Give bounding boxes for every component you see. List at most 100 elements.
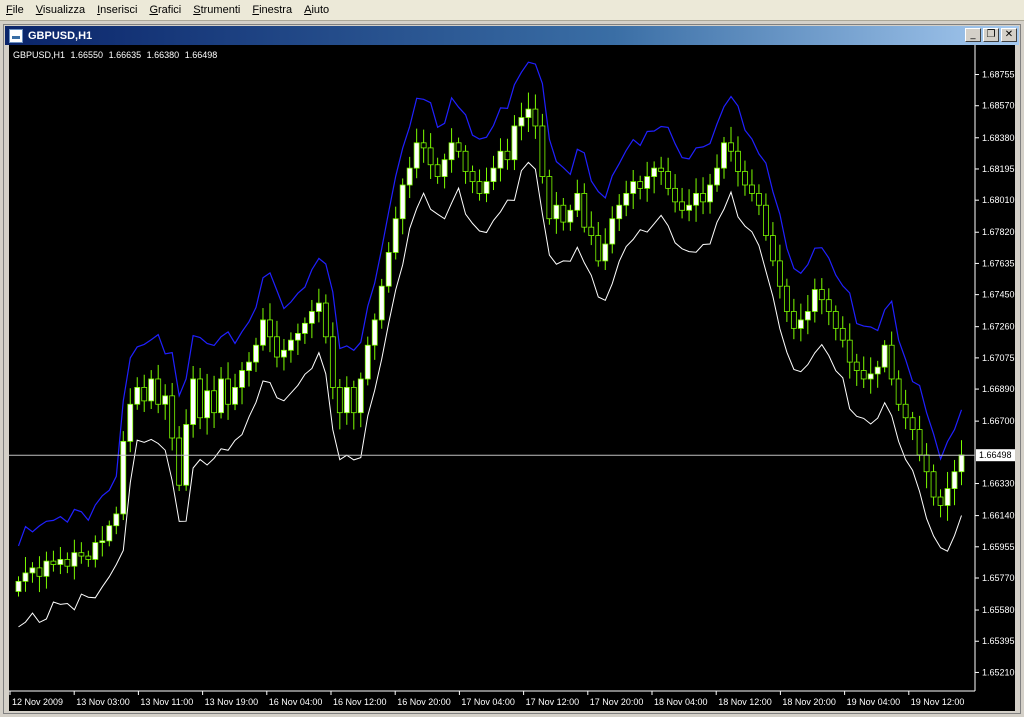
menu-finestra[interactable]: Finestra [246, 0, 298, 21]
window-titlebar[interactable]: GBPUSD,H1 _ ❐ ✕ [5, 26, 1019, 45]
menu-grafici[interactable]: Grafici [143, 0, 187, 21]
candle-body [672, 187, 679, 203]
candle-body [867, 373, 874, 380]
candle-body [85, 555, 92, 560]
candle-body [43, 560, 50, 577]
candle-body [504, 150, 511, 161]
candle-body [329, 336, 336, 388]
candle-body [336, 386, 343, 414]
info-close: 1.66498 [184, 50, 218, 60]
info-open: 1.66550 [70, 50, 104, 60]
candle-body [162, 395, 169, 405]
candle-body [574, 193, 581, 211]
candle-body [888, 344, 895, 380]
candle-body [106, 525, 113, 542]
candle-body [22, 572, 29, 582]
candle-body [350, 386, 357, 414]
candle-body [595, 235, 602, 262]
x-tick-label: 13 Nov 03:00 [76, 697, 130, 707]
candle-body [588, 226, 595, 236]
info-low: 1.66380 [146, 50, 180, 60]
candle-body [448, 142, 455, 161]
candle-body [853, 361, 860, 371]
menu-file[interactable]: File [0, 0, 30, 21]
candle-body [232, 386, 238, 405]
candle-body [776, 260, 783, 287]
candle-body [602, 243, 609, 262]
candle-body [749, 184, 755, 194]
candle-body [930, 471, 937, 498]
candle-body [763, 204, 769, 236]
candle-body [714, 167, 720, 186]
candle-body [434, 164, 441, 177]
x-tick-label: 19 Nov 12:00 [911, 697, 965, 707]
candle-body [274, 336, 280, 358]
candle-body [797, 319, 804, 329]
candle-body [756, 193, 762, 206]
candle-body [483, 181, 490, 194]
candle-body [616, 204, 623, 220]
candle-body [288, 339, 294, 351]
candle-body [839, 327, 846, 341]
candle-body [253, 344, 259, 363]
candle-body [923, 454, 930, 473]
menu-strumenti[interactable]: Strumenti [187, 0, 246, 21]
candle-body [315, 302, 322, 312]
y-tick-label: 1.66890 [982, 384, 1015, 394]
candle-body [78, 552, 85, 557]
y-tick-label: 1.66330 [982, 479, 1015, 489]
y-tick-label: 1.65210 [982, 667, 1015, 677]
candle-body [686, 204, 692, 211]
candle-body [378, 285, 385, 321]
candle-body [427, 147, 434, 166]
menu-aiuto[interactable]: Aiuto [298, 0, 335, 21]
candle-body [190, 378, 197, 425]
x-tick-label: 18 Nov 04:00 [654, 697, 708, 707]
candle-body [951, 471, 958, 489]
candle-body [141, 386, 148, 402]
candle-body [679, 201, 685, 211]
chart-canvas[interactable]: 1.68755 1.68570 1.68380 1.68195 1.68010 1.678… [9, 45, 1015, 711]
candle-body [881, 344, 888, 368]
candle-body [260, 319, 266, 346]
candle-body [651, 167, 658, 177]
candle-body [560, 204, 567, 223]
candle-body [29, 567, 36, 574]
candle-body [721, 142, 727, 169]
candle-body [770, 235, 776, 262]
candle-body [308, 311, 315, 324]
candle-body [155, 378, 162, 405]
candle-body [267, 319, 273, 338]
candle-body [71, 552, 78, 567]
candle-body [525, 108, 532, 118]
price-chart[interactable]: 1.68755 1.68570 1.68380 1.68195 1.68010 1.678… [9, 45, 1015, 711]
close-button[interactable]: ✕ [1001, 28, 1017, 42]
candle-body [735, 150, 741, 172]
y-tick-label: 1.67635 [982, 258, 1015, 268]
menu-visualizza[interactable]: Visualizza [30, 0, 91, 21]
candle-body [902, 403, 909, 419]
candle-body [343, 386, 350, 414]
candle-body [909, 417, 916, 430]
candle-body [811, 289, 818, 312]
candle-body [246, 361, 252, 371]
candle-body [874, 366, 881, 375]
menu-inserisci[interactable]: Inserisci [91, 0, 143, 21]
candle-body [420, 142, 427, 149]
candle-body [204, 390, 210, 419]
current-price-label: 1.66498 [979, 450, 1012, 460]
candle-body [176, 437, 183, 486]
restore-button[interactable]: ❐ [983, 28, 999, 42]
candle-body [532, 108, 539, 127]
upper-band-line [17, 61, 963, 547]
x-tick-label: 12 Nov 2009 [12, 697, 63, 707]
candle-body [36, 567, 43, 577]
y-tick-label: 1.68380 [982, 133, 1015, 143]
candle-body [385, 252, 392, 287]
candle-body [322, 302, 329, 338]
candle-body [637, 181, 644, 189]
minimize-button[interactable]: _ [965, 28, 981, 42]
ohlc-info: GBPUSD,H1 1.66550 1.66635 1.66380 1.6649… [13, 50, 220, 60]
candle-body [197, 378, 204, 419]
candle-body [490, 167, 497, 183]
